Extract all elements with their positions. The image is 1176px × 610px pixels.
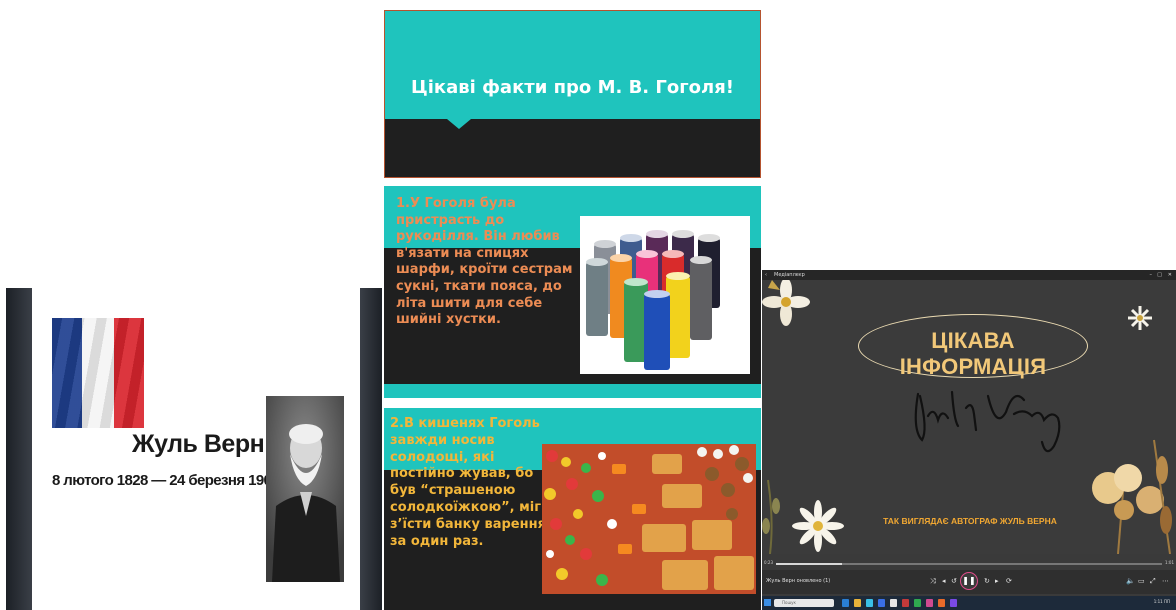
- app-icon[interactable]: [926, 599, 933, 607]
- previous-icon[interactable]: ◂: [942, 576, 946, 586]
- gogol-title-slide: Цікаві факти про М. В. Гоголя!: [384, 10, 761, 178]
- minimize-icon[interactable]: –: [1150, 270, 1153, 280]
- total-time: 1:01: [1165, 560, 1174, 565]
- next-icon[interactable]: ▸: [995, 576, 999, 586]
- autograph-caption: ТАК ВИГЛЯДАЄ АВТОГРАФ ЖУЛЬ ВЕРНА: [883, 516, 1057, 526]
- seek-progress: [776, 563, 842, 565]
- slide-shadow-left: [6, 288, 32, 610]
- more-options-icon[interactable]: ⋯: [1162, 576, 1169, 586]
- app-icon[interactable]: [950, 599, 957, 607]
- repeat-icon[interactable]: ⟳: [1006, 576, 1012, 586]
- maximize-icon[interactable]: □: [1157, 270, 1162, 280]
- current-time: 0:23: [764, 560, 773, 565]
- thread-spools-image: [580, 216, 750, 374]
- rewind-icon[interactable]: ↺: [951, 576, 957, 586]
- app-icon[interactable]: [902, 599, 909, 607]
- folder-icon[interactable]: [854, 599, 861, 607]
- window-title: Медіаплеєр: [774, 272, 805, 278]
- video-frame[interactable]: ЦІКАВА ІНФОРМАЦІЯ ТАК ВИГЛЯДАЄ АВТОГРАФ …: [762, 280, 1176, 554]
- title-notch: [447, 119, 471, 129]
- slide-shadow-right: [360, 288, 382, 610]
- shuffle-icon[interactable]: ⤨: [930, 576, 936, 586]
- taskbar-search-input[interactable]: Пошук: [774, 599, 834, 607]
- gogol-title: Цікаві факти про М. В. Гоголя!: [411, 77, 734, 98]
- gogol-slides: Цікаві факти про М. В. Гоголя! 1.У Гогол…: [384, 10, 761, 610]
- close-icon[interactable]: ✕: [1168, 270, 1172, 280]
- windows-taskbar: Пошук 1:11 ПП: [762, 596, 1176, 610]
- app-icon[interactable]: [866, 599, 873, 607]
- file-name: Жуль Верн оновлено (1): [766, 578, 831, 584]
- title-band: [385, 11, 760, 119]
- start-icon[interactable]: [764, 599, 771, 606]
- fact-1-text: 1.У Гоголя була пристрасть до рукоділля.…: [396, 196, 573, 328]
- verne-name-heading: Жуль Верн: [132, 430, 265, 458]
- fullscreen-icon[interactable]: ⤢: [1150, 576, 1156, 586]
- slide-content: Жуль Верн 8 лютого 1828 — 24 березня 190…: [32, 288, 360, 610]
- seek-bar[interactable]: 0:23 1:01: [762, 560, 1176, 568]
- sweets-image: [542, 444, 756, 594]
- player-title-bar: ‹ Медіаплеєр – □ ✕: [762, 270, 1176, 280]
- app-icon[interactable]: [842, 599, 849, 607]
- back-icon[interactable]: ‹: [765, 270, 767, 280]
- app-icon[interactable]: [890, 599, 897, 607]
- forward-icon[interactable]: ↻: [984, 576, 990, 586]
- volume-icon[interactable]: 🔈: [1126, 576, 1135, 586]
- france-flag-image: [52, 318, 144, 428]
- slide-band-bottom: [384, 384, 761, 398]
- verne-signature: [914, 390, 1061, 453]
- slide-title: ЦІКАВА ІНФОРМАЦІЯ: [899, 328, 1047, 379]
- verne-life-dates: 8 лютого 1828 — 24 березня 1905: [52, 472, 280, 489]
- app-icon[interactable]: [914, 599, 921, 607]
- media-player-window: ‹ Медіаплеєр – □ ✕ ЦІКАВА ІНФОРМАЦІЯ ТАК…: [762, 270, 1176, 610]
- taskbar-clock: 1:11 ПП: [1153, 599, 1170, 604]
- gogol-fact-slide-1: 1.У Гоголя була пристрасть до рукоділля.…: [384, 186, 761, 398]
- cast-icon[interactable]: ▭: [1138, 576, 1145, 586]
- player-controls: Жуль Верн оновлено (1) ⤨ ◂ ↺ ❚❚ ↻ ▸ ⟳ 🔈 …: [762, 570, 1176, 594]
- pause-button[interactable]: ❚❚: [960, 572, 978, 590]
- app-icon[interactable]: [878, 599, 885, 607]
- app-icon[interactable]: [938, 599, 945, 607]
- gogol-fact-slide-2: 2.В кишенях Гоголь завжди носив солодощі…: [384, 408, 761, 610]
- verne-portrait-image: [266, 396, 344, 582]
- fact-2-text: 2.В кишенях Гоголь завжди носив солодощі…: [390, 416, 546, 549]
- jules-verne-slide: Жуль Верн 8 лютого 1828 — 24 березня 190…: [6, 288, 382, 610]
